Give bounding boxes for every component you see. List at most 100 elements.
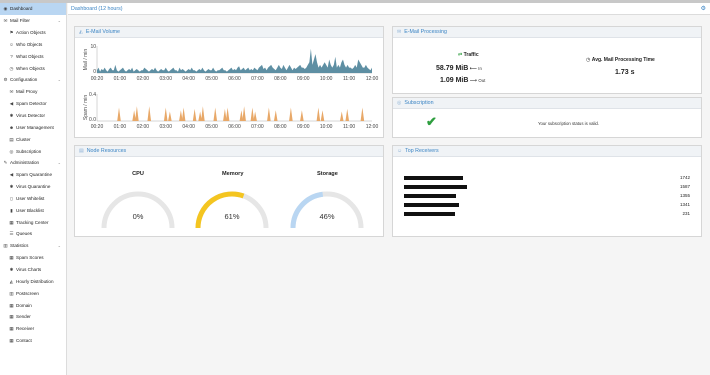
spam-spike: [135, 106, 139, 121]
gauge-value: 46%: [319, 212, 335, 221]
bars-icon: ☰: [9, 231, 14, 237]
x-tick-label: 03:00: [159, 124, 172, 130]
gauge-track: [101, 191, 175, 229]
x-tick-label: 01:00: [114, 124, 127, 130]
chevron-down-icon[interactable]: ⌄: [58, 243, 61, 248]
server-icon: ▤: [79, 148, 84, 154]
avg-time-heading: ◷ Avg. Mail Processing Time: [586, 57, 655, 63]
users-icon: ☻: [9, 124, 14, 130]
sidebar-item-configuration[interactable]: ⚙ Configuration ⌄: [0, 74, 66, 86]
subscription-panel: ◎ Subscription ✔ Your subscription statu…: [392, 97, 702, 138]
sidebar-item-action-objects[interactable]: ⚑ Action Objects: [0, 27, 66, 39]
sidebar-item-hourly-distribution[interactable]: ◭ Hourly Distribution: [0, 275, 66, 287]
x-tick-label: 04:00: [182, 76, 195, 82]
arrow-left-icon: ⟵: [469, 66, 477, 72]
sidebar-item-user-whitelist[interactable]: ▯ User Whitelist: [0, 193, 66, 205]
sidebar-item-label: Tracking Center: [16, 219, 49, 225]
panel-header: ◭ E-Mail Volume: [75, 27, 383, 38]
spam-spike: [289, 107, 293, 121]
gauge-storage: [290, 191, 364, 229]
wrench-icon: ✎: [3, 160, 8, 166]
chevron-down-icon[interactable]: ⌄: [58, 160, 61, 165]
sidebar-item-spam-detector[interactable]: ◀ Spam Detector: [0, 98, 66, 110]
sidebar-item-queues[interactable]: ☰ Queues: [0, 228, 66, 240]
sidebar-item-mail-proxy[interactable]: ✉ Mail Proxy: [0, 86, 66, 98]
sidebar-item-receiver[interactable]: ▦ Receiver: [0, 323, 66, 335]
sidebar-item-statistics[interactable]: ▥ Statistics ⌄: [0, 240, 66, 252]
sidebar-item-label: Action Objects: [16, 30, 46, 36]
spam-spike: [163, 107, 168, 121]
receiver-redacted: [404, 185, 467, 189]
sidebar-item-domain[interactable]: ▦ Domain: [0, 299, 66, 311]
spam-spike: [117, 107, 121, 121]
y-tick-label: 10: [90, 44, 96, 50]
receiver-redacted: [404, 212, 455, 216]
chevron-down-icon[interactable]: ⌄: [58, 77, 61, 82]
spam-spike: [320, 110, 325, 121]
sidebar-item-label: User Blacklist: [16, 207, 44, 213]
panel-title: E-Mail Processing: [404, 29, 447, 35]
sidebar-item-postscreen[interactable]: ▥ Postscreen: [0, 287, 66, 299]
sidebar-item-virus-charts[interactable]: ✱ Virus Charts: [0, 264, 66, 276]
spam-spike: [192, 108, 197, 121]
receiver-redacted: [404, 203, 459, 207]
sidebar-item-dashboard[interactable]: ◉ Dashboard: [0, 3, 66, 15]
avg-time-value: 1.73 s: [615, 69, 635, 76]
dashboard-icon: ◉: [3, 6, 8, 12]
receiver-count: 1355: [679, 193, 690, 198]
sidebar-item-mail-filter[interactable]: ✉ Mail Filter ⌄: [0, 15, 66, 27]
sidebar-item-label: Queues: [16, 231, 33, 237]
sidebar-item-user-management[interactable]: ☻ User Management: [0, 121, 66, 133]
cogs-icon: ⚙: [3, 77, 8, 83]
sidebar-item-label: Spam Quarantine: [16, 172, 53, 178]
gauge-label: CPU: [132, 171, 144, 177]
panel-header: ◎ Subscription: [393, 98, 701, 109]
sidebar-item-subscription[interactable]: ◎ Subscription: [0, 145, 66, 157]
sidebar-item-label: Mail Filter: [10, 18, 30, 24]
sidebar-item-what-objects[interactable]: ? What Objects: [0, 50, 66, 62]
sidebar-item-who-objects[interactable]: ☺ Who Objects: [0, 39, 66, 51]
panel-title: Subscription: [404, 100, 434, 106]
x-tick-label: 09:00: [297, 76, 310, 82]
bug-icon: ✱: [9, 184, 14, 190]
sidebar-item-spam-quarantine[interactable]: ◀ Spam Quarantine: [0, 169, 66, 181]
sidebar-item-label: Receiver: [16, 326, 35, 332]
sidebar-item-virus-quarantine[interactable]: ✱ Virus Quarantine: [0, 181, 66, 193]
support-icon: ◎: [9, 148, 14, 154]
gauge-label: Storage: [317, 171, 338, 177]
x-tick-label: 05:00: [205, 124, 218, 130]
gear-icon[interactable]: ⚙: [701, 5, 706, 12]
email-processing-panel: ✉ E-Mail Processing ⇄ Traffic 58.79 MiB …: [392, 26, 702, 94]
exchange-icon: ⇄: [458, 52, 463, 58]
sidebar-item-sender[interactable]: ▦ Sender: [0, 311, 66, 323]
sidebar-item-label: Virus Charts: [16, 266, 42, 272]
mail-volume-chart: Mail / min10 000:20 01:00 02:00 03:00 04:00 05…: [83, 44, 379, 82]
node-resources-panel: ▤ Node Resources CPU 0% Memory 61% Storage 46…: [74, 145, 384, 237]
sidebar-item-user-blacklist[interactable]: ▮ User Blacklist: [0, 204, 66, 216]
chevron-down-icon[interactable]: ⌄: [58, 18, 61, 23]
x-tick-label: 07:00: [251, 76, 264, 82]
sidebar-item-tracking-center[interactable]: ▦ Tracking Center: [0, 216, 66, 228]
x-tick-label: 12:00: [366, 76, 379, 82]
envelope-icon: ✉: [397, 29, 402, 35]
sidebar-item-label: Domain: [16, 302, 32, 308]
panel-header: ✉ E-Mail Processing: [393, 27, 701, 38]
page-title: Dashboard (12 hours): [71, 6, 123, 12]
envelope-icon: ✉: [3, 18, 8, 24]
sidebar-item-administration[interactable]: ✎ Administration ⌄: [0, 157, 66, 169]
sidebar-item-when-objects[interactable]: ◷ When Objects: [0, 62, 66, 74]
sidebar-item-contact[interactable]: ▦ Contact: [0, 335, 66, 347]
gauge-memory: [195, 191, 269, 229]
sidebar-item-label: Contact: [16, 338, 32, 344]
bug-icon: ✱: [9, 266, 14, 272]
sidebar-item-spam-scores[interactable]: ▦ Spam Scores: [0, 252, 66, 264]
sidebar-item-label: Hourly Distribution: [16, 278, 54, 284]
sidebar-item-virus-detector[interactable]: ✱ Virus Detector: [0, 110, 66, 122]
x-tick-label: 05:00: [205, 76, 218, 82]
sidebar-item-cluster[interactable]: ▤ Cluster: [0, 133, 66, 145]
question-circle-icon: ?: [10, 53, 13, 59]
x-tick-label: 06:00: [228, 124, 241, 130]
x-tick-label: 12:00: [366, 124, 379, 130]
table-icon: ▦: [9, 255, 14, 261]
spam-spike: [250, 107, 255, 121]
